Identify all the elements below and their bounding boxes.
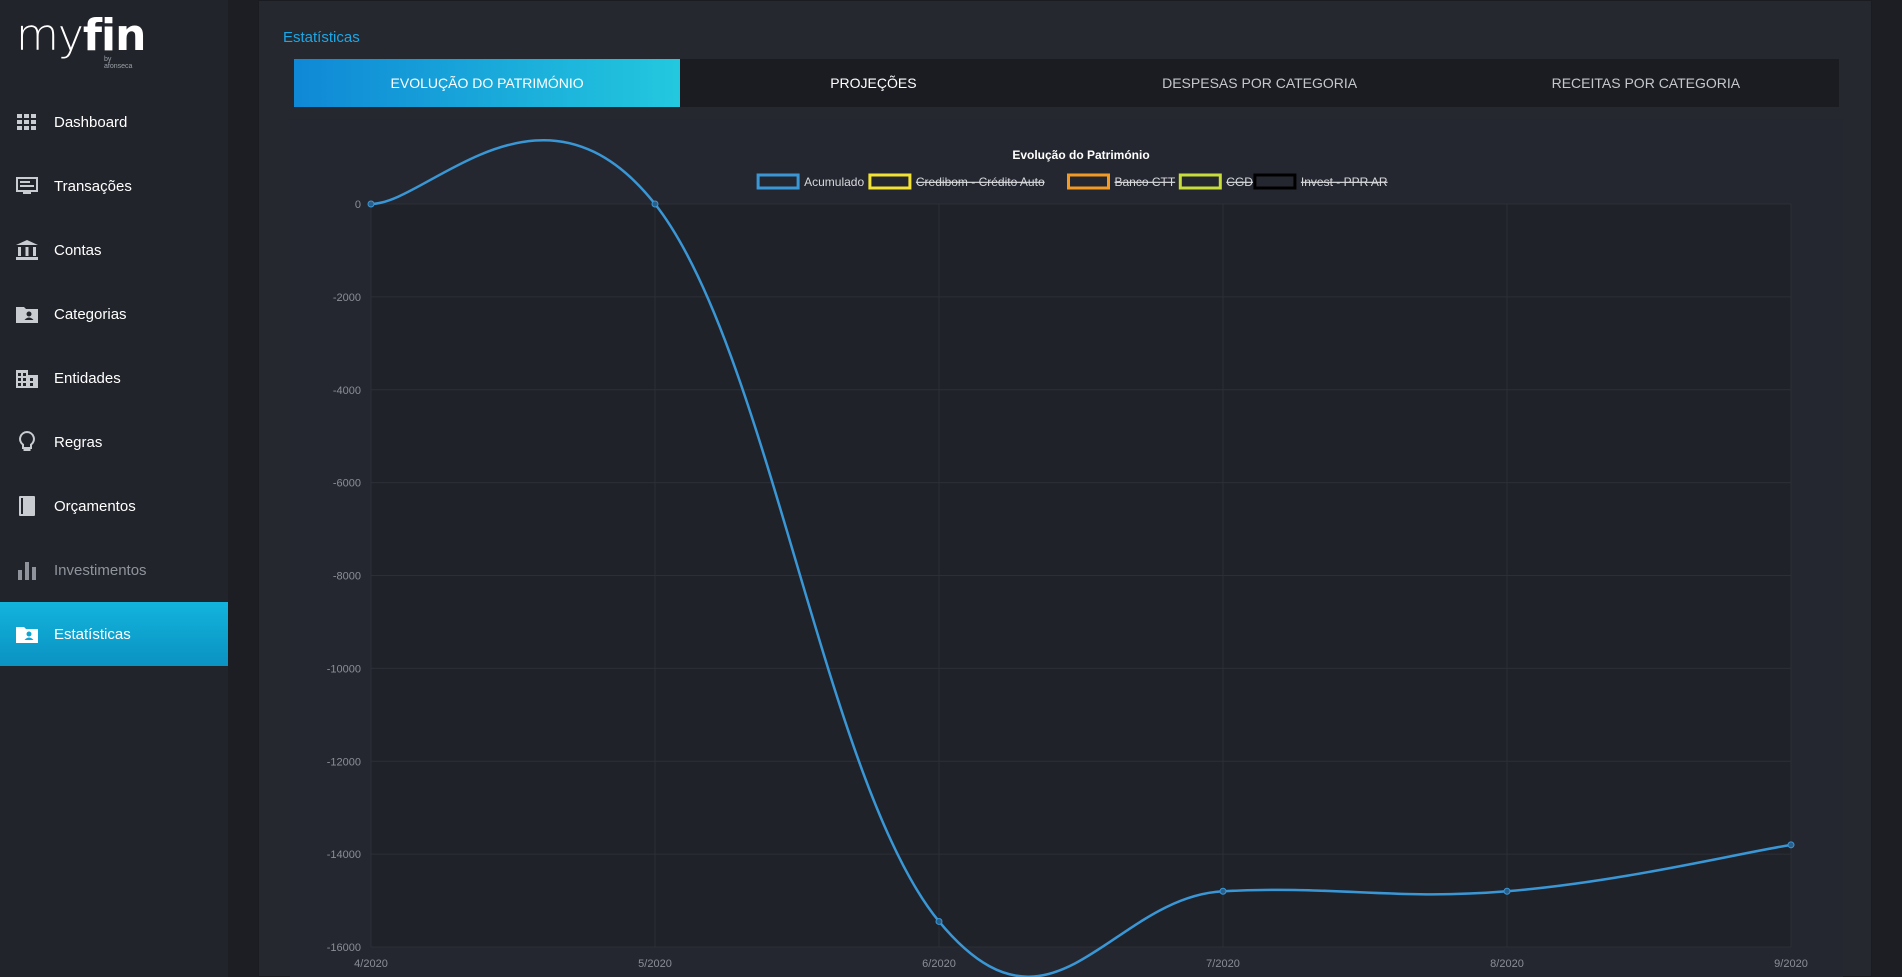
sidebar-item-contas[interactable]: Contas bbox=[0, 218, 228, 282]
grid-icon bbox=[16, 111, 38, 133]
x-tick-label: 6/2020 bbox=[922, 958, 956, 970]
data-point[interactable] bbox=[1503, 887, 1511, 895]
y-tick-label: -6000 bbox=[333, 478, 361, 490]
legend-label: CGD bbox=[1226, 175, 1253, 189]
x-tick-label: 4/2020 bbox=[354, 958, 388, 970]
sidebar-item-dashboard[interactable]: Dashboard bbox=[0, 90, 228, 154]
app-root: myfin by afonseca Dashboard Transações C… bbox=[0, 0, 1902, 977]
page-title: Estatísticas bbox=[283, 29, 360, 46]
monitor-icon bbox=[16, 175, 38, 197]
legend-label: Credibom - Crédito Auto bbox=[916, 175, 1045, 189]
sidebar-item-label: Estatísticas bbox=[54, 625, 131, 643]
y-tick-label: -2000 bbox=[333, 292, 361, 304]
tab-despesas-categoria[interactable]: DESPESAS POR CATEGORIA bbox=[1067, 59, 1453, 107]
legend-label: Banco CTT bbox=[1115, 175, 1176, 189]
sidebar-item-label: Categorias bbox=[54, 305, 127, 323]
y-tick-label: -16000 bbox=[327, 942, 361, 954]
app-logo[interactable]: myfin by afonseca bbox=[16, 10, 146, 71]
sidebar-item-label: Regras bbox=[54, 433, 103, 451]
bank-icon bbox=[16, 239, 38, 261]
stats-tabs: EVOLUÇÃO DO PATRIMÓNIO PROJEÇÕES DESPESA… bbox=[294, 59, 1839, 107]
legend-item[interactable]: Banco CTT bbox=[1067, 173, 1176, 190]
legend-swatch bbox=[1253, 173, 1297, 190]
sidebar-item-regras[interactable]: Regras bbox=[0, 410, 228, 474]
legend-item[interactable]: CGD bbox=[1178, 173, 1253, 190]
bar-chart-icon bbox=[16, 559, 38, 581]
legend-swatch bbox=[1067, 173, 1110, 190]
chart-title: Evolução do Património bbox=[1012, 148, 1149, 162]
legend-item[interactable]: Credibom - Crédito Auto bbox=[868, 173, 1045, 190]
y-tick-label: -10000 bbox=[327, 663, 361, 675]
y-tick-label: -14000 bbox=[327, 849, 361, 861]
sidebar-item-label: Entidades bbox=[54, 369, 121, 387]
folder-user-icon bbox=[16, 623, 38, 645]
sidebar-item-label: Transações bbox=[54, 177, 132, 195]
main-content: Estatísticas EVOLUÇÃO DO PATRIMÓNIO PROJ… bbox=[258, 0, 1872, 977]
sidebar-item-estatisticas[interactable]: Estatísticas bbox=[0, 602, 228, 666]
tab-evolucao-patrimonio[interactable]: EVOLUÇÃO DO PATRIMÓNIO bbox=[294, 59, 681, 107]
x-tick-label: 7/2020 bbox=[1206, 958, 1240, 970]
tab-receitas-categoria[interactable]: RECEITAS POR CATEGORIA bbox=[1453, 59, 1839, 107]
chart-legend: Acumulado Credibom - Crédito Auto Banco CT… bbox=[756, 173, 1388, 190]
sidebar-item-label: Orçamentos bbox=[54, 497, 136, 515]
sidebar: myfin by afonseca Dashboard Transações C… bbox=[0, 0, 228, 977]
chart-panel: Evolução do Património Acumulado Credibom… bbox=[290, 119, 1843, 977]
data-point[interactable] bbox=[367, 200, 375, 208]
sidebar-item-orcamentos[interactable]: Orçamentos bbox=[0, 474, 228, 538]
data-point[interactable] bbox=[935, 917, 943, 925]
book-icon bbox=[16, 495, 38, 517]
sidebar-item-transacoes[interactable]: Transações bbox=[0, 154, 228, 218]
patrimonio-line-chart: Evolução do Património Acumulado Credibom… bbox=[327, 138, 1808, 977]
data-point[interactable] bbox=[651, 200, 659, 208]
sidebar-item-label: Dashboard bbox=[54, 113, 128, 131]
sidebar-item-entidades[interactable]: Entidades bbox=[0, 346, 228, 410]
x-tick-label: 9/2020 bbox=[1774, 958, 1808, 970]
sidebar-item-categorias[interactable]: Categorias bbox=[0, 282, 228, 346]
sidebar-item-label: Investimentos bbox=[54, 561, 147, 579]
legend-label: Acumulado bbox=[804, 175, 864, 189]
logo-byline: by afonseca bbox=[104, 56, 133, 70]
legend-swatch bbox=[868, 173, 912, 190]
building-icon bbox=[16, 367, 38, 389]
data-point[interactable] bbox=[1219, 887, 1227, 895]
sidebar-nav: Dashboard Transações Contas Categorias E… bbox=[0, 90, 228, 666]
logo-wordmark: myfin bbox=[16, 10, 146, 61]
legend-item[interactable]: Acumulado bbox=[756, 173, 864, 190]
y-tick-label: -8000 bbox=[333, 571, 361, 583]
y-tick-label: -4000 bbox=[333, 385, 361, 397]
x-tick-label: 8/2020 bbox=[1490, 958, 1524, 970]
sidebar-item-investimentos[interactable]: Investimentos bbox=[0, 538, 228, 602]
legend-item[interactable]: Invest - PPR AR bbox=[1253, 173, 1388, 190]
legend-label: Invest - PPR AR bbox=[1301, 175, 1388, 189]
tab-projecoes[interactable]: PROJEÇÕES bbox=[680, 59, 1066, 107]
legend-swatch bbox=[1178, 173, 1222, 190]
y-tick-label: 0 bbox=[355, 199, 361, 211]
data-point[interactable] bbox=[1787, 841, 1795, 849]
sidebar-item-label: Contas bbox=[54, 241, 102, 259]
folder-user-icon bbox=[16, 303, 38, 325]
lightbulb-icon bbox=[16, 431, 38, 453]
legend-swatch bbox=[756, 173, 800, 190]
y-tick-label: -12000 bbox=[327, 756, 361, 768]
x-tick-label: 5/2020 bbox=[638, 958, 672, 970]
